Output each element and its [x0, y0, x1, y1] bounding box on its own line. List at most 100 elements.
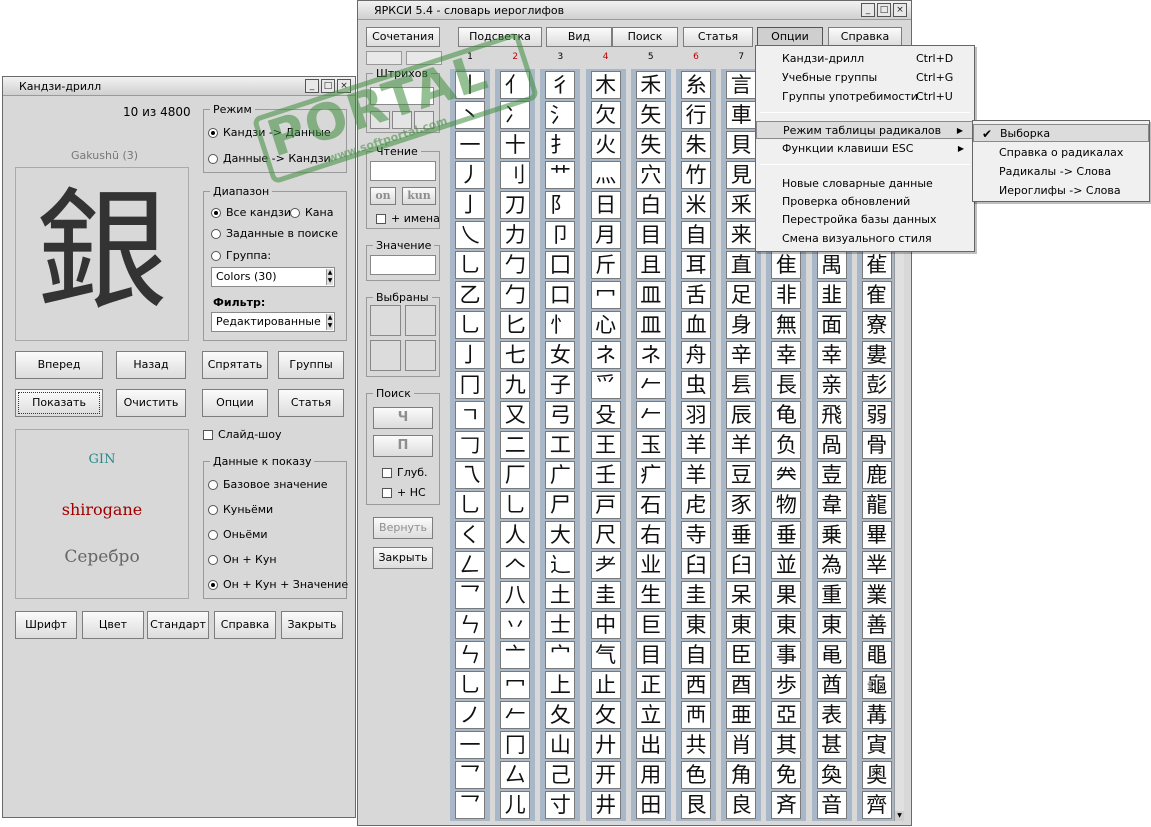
- radical-cell[interactable]: 子: [545, 371, 576, 399]
- radical-cell[interactable]: 長: [771, 371, 802, 399]
- radical-cell[interactable]: 用: [635, 761, 666, 789]
- radical-cell[interactable]: ⺃: [500, 491, 531, 519]
- radical-cell[interactable]: 自: [681, 221, 711, 249]
- radical-cell[interactable]: 出: [635, 731, 666, 759]
- radical-cell[interactable]: 朱: [681, 131, 711, 159]
- show-button[interactable]: Показать: [15, 389, 103, 417]
- radical-cell[interactable]: 隺: [861, 281, 892, 309]
- radical-cell[interactable]: 目: [635, 221, 666, 249]
- radical-cell[interactable]: 亅: [455, 341, 485, 369]
- radical-cell[interactable]: 广: [545, 461, 576, 489]
- toolbar-box-1[interactable]: [366, 51, 402, 65]
- radical-cell[interactable]: 女: [545, 341, 576, 369]
- toolbar-box-2[interactable]: [406, 51, 442, 65]
- kun-button[interactable]: kun: [402, 187, 436, 205]
- radical-cell[interactable]: 齊: [861, 791, 892, 819]
- radical-cell[interactable]: 白: [635, 191, 666, 219]
- groups-button[interactable]: Группы: [278, 351, 344, 379]
- show-base-meaning[interactable]: Базовое значение: [208, 478, 328, 491]
- range-search[interactable]: Заданные в поиске: [211, 227, 338, 240]
- radical-cell[interactable]: 東: [681, 611, 711, 639]
- radical-cell[interactable]: 事: [771, 641, 802, 669]
- radical-cell[interactable]: 囗: [545, 251, 576, 279]
- radical-cell[interactable]: 田: [635, 791, 666, 819]
- radical-cell[interactable]: 穴: [635, 161, 666, 189]
- chosen-slot-2[interactable]: [405, 305, 436, 336]
- strokes-button-3[interactable]: [414, 111, 434, 129]
- radical-cell[interactable]: 艮: [681, 791, 711, 819]
- radical-cell[interactable]: 隹: [771, 251, 802, 279]
- radical-cell[interactable]: 气: [590, 641, 621, 669]
- color-button[interactable]: Цвет: [82, 611, 144, 639]
- search-p-button[interactable]: П: [373, 435, 433, 457]
- radical-cell[interactable]: 攵: [590, 701, 621, 729]
- radical-cell[interactable]: ㄣ: [455, 611, 485, 639]
- radical-cell[interactable]: 𠃌: [455, 431, 485, 459]
- radical-cell[interactable]: 乚: [455, 491, 485, 519]
- radical-cell[interactable]: 扌: [545, 131, 576, 159]
- radical-cell[interactable]: 皿: [635, 311, 666, 339]
- radical-cell[interactable]: 尺: [590, 521, 621, 549]
- radical-cell[interactable]: 口: [545, 281, 576, 309]
- radical-cell[interactable]: 羊: [726, 431, 757, 459]
- radical-cell[interactable]: 為: [816, 551, 847, 579]
- strokes-button-1[interactable]: [370, 111, 390, 129]
- radical-cell[interactable]: 足: [726, 281, 757, 309]
- reading-input[interactable]: [370, 161, 436, 181]
- radical-cell[interactable]: 廾: [590, 731, 621, 759]
- clear-button[interactable]: Очистить: [116, 389, 186, 417]
- radical-cell[interactable]: 言: [726, 71, 757, 99]
- on-button[interactable]: on: [370, 187, 396, 205]
- radical-cell[interactable]: 舌: [681, 281, 711, 309]
- range-all-kanji[interactable]: Все кандзи: [211, 206, 291, 219]
- radical-cell[interactable]: 豕: [726, 491, 757, 519]
- submenu-item-selection[interactable]: ✔ Выборка: [973, 124, 1149, 142]
- close-icon[interactable]: ×: [337, 79, 351, 93]
- scroll-down-icon[interactable]: ▼: [895, 811, 904, 821]
- radical-cell[interactable]: 寸: [545, 791, 576, 819]
- menu-item-study-groups[interactable]: Учебные группы Ctrl+G: [756, 69, 974, 87]
- menu-combinations[interactable]: Сочетания: [366, 27, 440, 47]
- radical-cell[interactable]: 臼: [726, 551, 757, 579]
- radical-cell[interactable]: 免: [771, 761, 802, 789]
- hide-button[interactable]: Спрятать: [202, 351, 268, 379]
- radical-cell[interactable]: 斉: [771, 791, 802, 819]
- strokes-input[interactable]: [370, 87, 434, 105]
- radical-cell[interactable]: 甚: [816, 731, 847, 759]
- slideshow-checkbox[interactable]: Слайд-шоу: [203, 428, 281, 441]
- radical-cell[interactable]: 非: [771, 281, 802, 309]
- radical-cell[interactable]: 𠂉: [635, 371, 666, 399]
- radical-cell[interactable]: 𠂉: [500, 701, 531, 729]
- radical-cell[interactable]: 骨: [861, 431, 892, 459]
- names-checkbox[interactable]: + имена: [376, 212, 440, 225]
- radical-cell[interactable]: 重: [816, 581, 847, 609]
- chosen-slot-4[interactable]: [405, 340, 436, 371]
- radical-cell[interactable]: 乛: [455, 761, 485, 789]
- submenu-item-radicals-words[interactable]: Радикалы -> Слова: [973, 163, 1149, 181]
- radical-cell[interactable]: 雈: [861, 251, 892, 279]
- radical-cell[interactable]: 亅: [455, 191, 485, 219]
- radical-cell[interactable]: 士: [545, 611, 576, 639]
- radical-cell[interactable]: 酉: [726, 671, 757, 699]
- radical-cell[interactable]: 飛: [816, 401, 847, 429]
- radical-cell[interactable]: 丵: [861, 551, 892, 579]
- menu-item-rebuild-db[interactable]: Перестройка базы данных: [756, 211, 974, 229]
- radical-cell[interactable]: 工: [545, 431, 576, 459]
- radical-cell[interactable]: 山: [545, 731, 576, 759]
- radical-cell[interactable]: 止: [590, 671, 621, 699]
- radical-cell[interactable]: 八: [500, 581, 531, 609]
- radical-cell[interactable]: 夂: [545, 701, 576, 729]
- mode-kanji-to-data[interactable]: Кандзи -> Данные: [208, 126, 331, 139]
- radical-cell[interactable]: 王: [590, 431, 621, 459]
- radical-cell[interactable]: 東: [816, 611, 847, 639]
- radical-cell[interactable]: 寊: [861, 731, 892, 759]
- radical-cell[interactable]: く: [455, 521, 485, 549]
- radical-cell[interactable]: 襾: [681, 701, 711, 729]
- radical-cell[interactable]: 戸: [590, 491, 621, 519]
- radical-cell[interactable]: 臼: [681, 551, 711, 579]
- radical-cell[interactable]: 弱: [861, 401, 892, 429]
- radical-cell[interactable]: 𠃋: [455, 551, 485, 579]
- radical-cell[interactable]: 垂: [771, 521, 802, 549]
- radical-cell[interactable]: 物: [771, 491, 802, 519]
- menu-item-kanji-drill[interactable]: Кандзи-дрилл Ctrl+D: [756, 50, 974, 68]
